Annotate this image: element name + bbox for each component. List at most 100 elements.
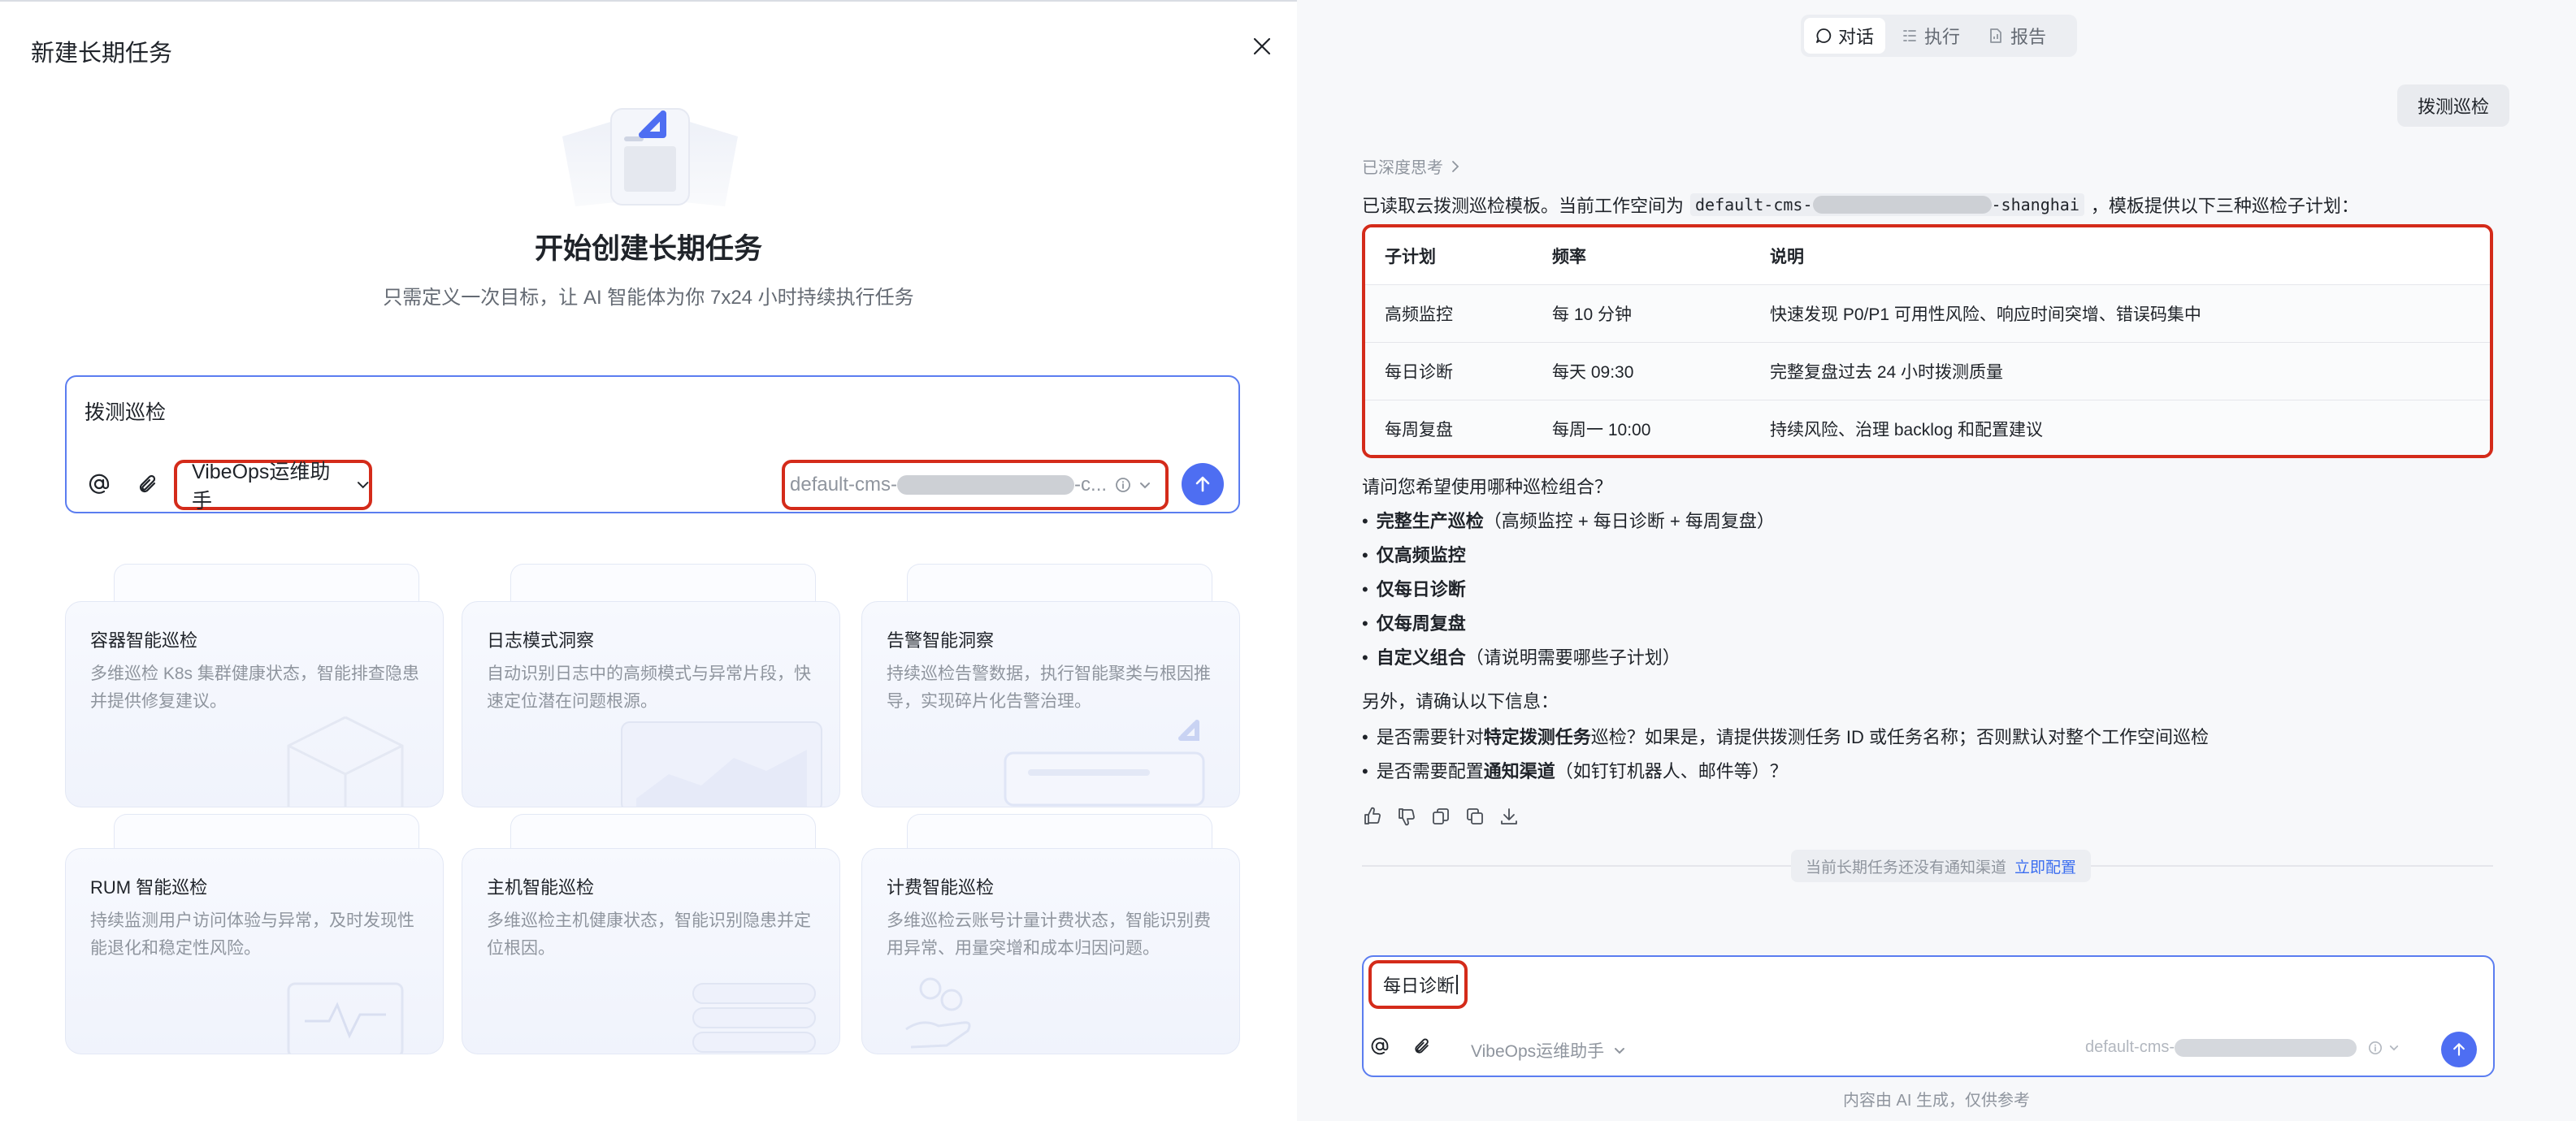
table-header: 说明	[1750, 227, 2490, 285]
redacted-bar	[897, 475, 1075, 495]
download-icon[interactable]	[1498, 806, 1520, 827]
chat-icon	[1816, 28, 1832, 43]
card-title: 计费智能巡检	[887, 877, 995, 898]
monitor-icon	[287, 982, 404, 1054]
template-card-host[interactable]: 主机智能巡检 多维巡检主机健康状态，智能识别隐患并定位根因。	[462, 848, 840, 1054]
report-icon	[1990, 28, 2001, 43]
intro-text: 已读取云拨测巡检模板。当前工作空间为	[1362, 196, 1685, 216]
option-rest: （请说明需要哪些子计划）	[1465, 647, 1680, 668]
table-cell: 每天 09:30	[1533, 342, 1750, 400]
agent-select[interactable]: VibeOps运维助手	[1471, 1038, 1625, 1063]
attach-icon[interactable]	[133, 470, 163, 499]
template-card-billing[interactable]: 计费智能巡检 多维巡检云账号计量计费状态，智能识别费用异常、用量突增和成本归因问…	[861, 848, 1240, 1054]
chat-input[interactable]: 每日诊断	[1368, 960, 1468, 1009]
confirm-item: 是否需要针对特定拨测任务巡检？如果是，请提供拨测任务 ID 或任务名称；否则默认…	[1362, 723, 2209, 749]
table-header: 频率	[1533, 227, 1750, 285]
confirm-pre: 是否需要配置	[1376, 761, 1484, 781]
option-item: 仅每周复盘	[1362, 609, 1466, 635]
confirm-post: 巡检？如果是，请提供拨测任务 ID 或任务名称；否则默认对整个工作空间巡检	[1590, 727, 2209, 747]
option-bold: 仅高频监控	[1376, 545, 1466, 565]
agent-select-label: VibeOps运维助手	[1471, 1042, 1605, 1061]
table-row: 每日诊断 每天 09:30 完整复盘过去 24 小时拨测质量	[1365, 342, 2490, 400]
chat-composer[interactable]: 每日诊断 VibeOps运维助手 default-cms-	[1362, 955, 2495, 1077]
redacted-bar	[1812, 196, 1992, 214]
template-card-container[interactable]: 容器智能巡检 多维巡检 K8s 集群健康状态，智能排查隐患并提供修复建议。	[65, 601, 444, 807]
tab-label: 报告	[2010, 27, 2047, 47]
card-tab-decor	[114, 564, 419, 604]
thumbs-up-icon[interactable]	[1362, 806, 1383, 827]
intro-text-after: ，模板提供以下三种巡检子计划：	[2090, 196, 2359, 216]
option-item: 仅高频监控	[1362, 541, 1466, 567]
copy-icon[interactable]	[1464, 806, 1485, 827]
thumbs-down-icon[interactable]	[1396, 806, 1417, 827]
alert-panel-icon	[1004, 720, 1205, 807]
send-button[interactable]	[1182, 463, 1224, 505]
redacted-bar	[2175, 1038, 2357, 1057]
ai-disclaimer: 内容由 AI 生成，仅供参考	[1842, 1092, 2030, 1110]
new-task-dialog: 新建长期任务 开始创建长期任务 只需定义一次目标，让 AI 智能体为你 7x24…	[0, 0, 1297, 1121]
workspace-select[interactable]: default-cms-	[2085, 1038, 2399, 1057]
chevron-down-icon	[1140, 482, 1151, 488]
hero-subtitle: 只需定义一次目标，让 AI 智能体为你 7x24 小时持续执行任务	[383, 287, 914, 309]
task-input[interactable]: 拨测巡检	[85, 396, 166, 426]
workspace-suffix: -c...	[1074, 474, 1108, 496]
table-row: 高频监控 每 10 分钟 快速发现 P0/P1 可用性风险、响应时间突增、错误码…	[1365, 284, 2490, 343]
confirm-bold: 通知渠道	[1483, 761, 1555, 781]
card-title: RUM 智能巡检	[90, 877, 208, 898]
tab-label: 执行	[1924, 27, 1961, 47]
card-tab-decor	[510, 564, 816, 604]
chart-panel-icon	[621, 721, 822, 807]
card-description: 持续巡检告警数据，执行智能聚类与根因推导，实现碎片化告警治理。	[887, 664, 1211, 711]
info-icon	[2369, 1041, 2383, 1054]
code-prefix: default-cms-	[1695, 195, 1813, 214]
thinking-label: 已深度思考	[1362, 159, 1443, 177]
agent-select[interactable]: VibeOps运维助手	[174, 460, 372, 513]
template-card-alert[interactable]: 告警智能洞察 持续巡检告警数据，执行智能聚类与根因推导，实现碎片化告警治理。	[861, 601, 1240, 807]
workspace-prefix: default-cms-	[790, 474, 898, 496]
table-header: 子计划	[1365, 227, 1533, 285]
cube-icon	[287, 716, 404, 807]
card-title: 容器智能巡检	[90, 630, 198, 651]
confirm-bold: 特定拨测任务	[1483, 727, 1591, 747]
hand-coin-icon	[905, 977, 971, 1049]
card-title: 主机智能巡检	[487, 877, 595, 898]
code-suffix: -shanghai	[1991, 195, 2079, 214]
chevron-right-icon	[1452, 160, 1459, 172]
option-bold: 仅每周复盘	[1376, 613, 1466, 634]
template-card-rum[interactable]: RUM 智能巡检 持续监测用户访问体验与异常，及时发现性能退化和稳定性风险。	[65, 848, 444, 1054]
mention-icon[interactable]	[85, 470, 114, 499]
mention-icon[interactable]	[1365, 1032, 1394, 1061]
card-tab-decor	[907, 564, 1212, 604]
card-title: 日志模式洞察	[487, 630, 595, 651]
arrow-up-icon	[2453, 1043, 2465, 1056]
info-icon	[1116, 478, 1130, 492]
confirm-label: 另外，请确认以下信息：	[1362, 691, 1559, 712]
arrow-up-icon	[1195, 476, 1210, 492]
tab-execute[interactable]: 执行	[1890, 18, 1971, 54]
tab-chat[interactable]: 对话	[1804, 18, 1886, 54]
workspace-prefix: default-cms-	[2085, 1038, 2175, 1056]
hero-title: 开始创建长期任务	[534, 233, 762, 265]
option-bold: 仅每日诊断	[1376, 579, 1466, 599]
card-description: 多维巡检主机健康状态，智能识别隐患并定位根因。	[487, 911, 811, 958]
task-composer[interactable]: 拨测巡检 VibeOps运维助手 default-cms- -c...	[65, 375, 1240, 513]
chat-panel: 对话 执行 报告 拨测巡检 已深度思考 已读取云拨测巡检模板。当前工作空间为 d…	[1297, 0, 2576, 1121]
table-cell: 每周复盘	[1365, 400, 1533, 455]
close-icon[interactable]	[1247, 31, 1277, 62]
send-button[interactable]	[2441, 1032, 2477, 1067]
mode-tabs: 对话 执行 报告	[1801, 15, 2077, 57]
notice-text: 当前长期任务还没有通知渠道	[1806, 859, 2007, 876]
template-card-log[interactable]: 日志模式洞察 自动识别日志中的高频模式与异常片段，快速定位潜在问题根源。	[462, 601, 840, 807]
reply-intro: 已读取云拨测巡检模板。当前工作空间为 default-cms- -shangha…	[1362, 192, 2359, 218]
list-icon	[1903, 30, 1916, 41]
configure-now-link[interactable]: 立即配置	[2014, 855, 2076, 877]
server-icon	[692, 983, 816, 1053]
table-cell: 高频监控	[1365, 284, 1533, 343]
deep-thinking-toggle[interactable]: 已深度思考	[1362, 154, 1459, 178]
subplan-table: 子计划 频率 说明 高频监控 每 10 分钟 快速发现 P0/P1 可用性风险、…	[1362, 224, 2493, 458]
attach-icon[interactable]	[1407, 1032, 1437, 1061]
workspace-select[interactable]: default-cms- -c...	[782, 460, 1169, 510]
tab-report[interactable]: 报告	[1976, 18, 2058, 54]
regenerate-icon[interactable]	[1430, 806, 1451, 827]
option-bold: 完整生产巡检	[1376, 511, 1484, 531]
